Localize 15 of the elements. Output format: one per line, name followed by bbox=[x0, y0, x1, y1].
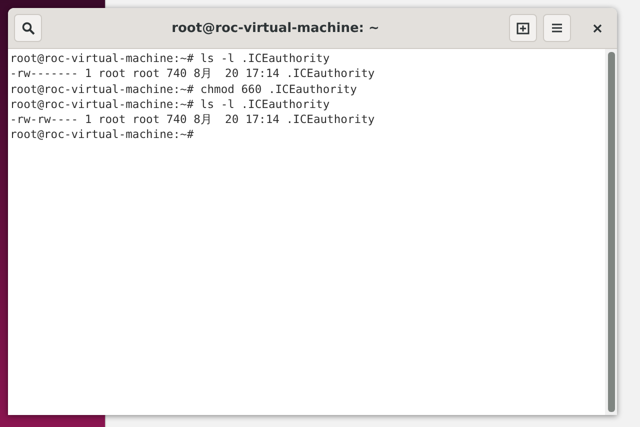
new-tab-button[interactable] bbox=[509, 14, 537, 42]
scrollbar[interactable] bbox=[605, 49, 617, 415]
close-icon bbox=[592, 24, 602, 32]
search-icon bbox=[22, 22, 34, 34]
terminal-line: root@roc-virtual-machine:~# ls -l .ICEauthority bbox=[10, 96, 331, 112]
terminal-line: root@roc-virtual-machine:~# bbox=[10, 127, 195, 143]
window-title: root@roc-virtual-machine: ~ bbox=[170, 20, 380, 36]
search-button[interactable] bbox=[14, 14, 42, 42]
new-tab-icon bbox=[516, 21, 530, 35]
menu-icon bbox=[551, 23, 563, 33]
menu-button[interactable] bbox=[543, 14, 571, 42]
terminal-line: -rw------- 1 root root 740 8月 20 17:14 .ICEauthority bbox=[10, 66, 376, 82]
terminal-line: root@roc-virtual-machine:~# chmod 660 .ICEauthority bbox=[10, 82, 358, 97]
terminal-line: root@roc-virtual-machine:~# ls -l .ICEauthority bbox=[10, 51, 331, 66]
terminal-line: -rw-rw---- 1 root root 740 8月 20 17:14 .ICEauthority bbox=[10, 112, 376, 128]
